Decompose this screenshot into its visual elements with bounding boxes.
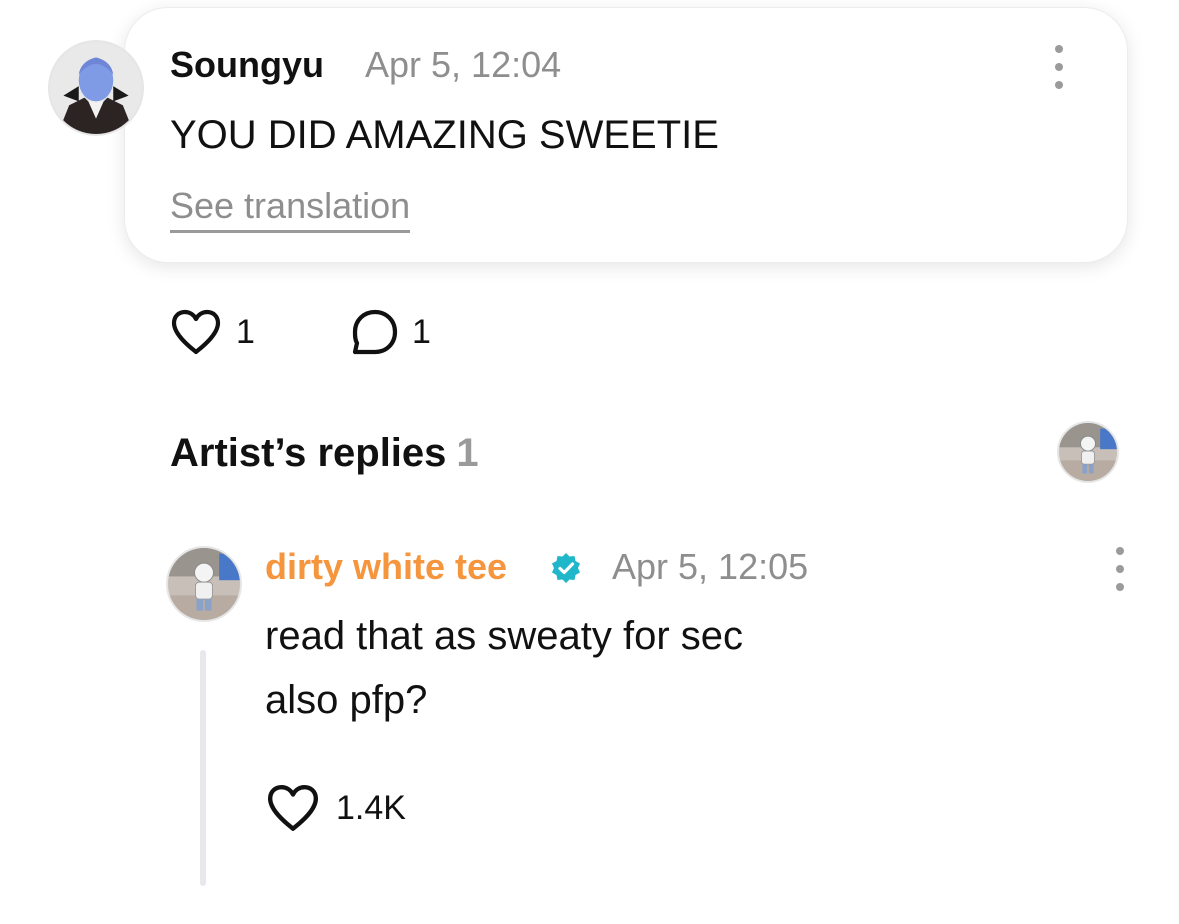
verified-badge-icon	[552, 553, 580, 583]
speech-bubble-icon	[352, 309, 398, 355]
artist-replies-heading: Artist’s replies 1	[170, 428, 479, 478]
commenter-username[interactable]: Soungyu	[170, 42, 324, 88]
artist-avatar-small[interactable]	[1057, 421, 1119, 483]
artist-replies-count: 1	[456, 431, 479, 475]
comment-reply-button[interactable]: 1	[350, 308, 431, 356]
comment-more-options-icon[interactable]	[1051, 45, 1067, 89]
comment-reply-count: 1	[412, 313, 431, 351]
comment-timestamp: Apr 5, 12:04	[365, 44, 562, 85]
reply-text-line: also pfp?	[265, 678, 428, 722]
heart-icon	[171, 309, 221, 355]
see-translation-link[interactable]: See translation	[170, 184, 411, 233]
reply-more-options-icon[interactable]	[1112, 547, 1128, 591]
comment-text: YOU DID AMAZING SWEETIE	[170, 113, 719, 157]
comment-like-count: 1	[236, 313, 255, 351]
heart-icon	[267, 785, 319, 831]
comment-thread: Soungyu Apr 5, 12:04 YOU DID AMAZING SWE…	[0, 0, 1179, 924]
commenter-avatar[interactable]	[48, 40, 144, 136]
thread-line	[200, 650, 206, 886]
comment-like-button[interactable]: 1	[170, 308, 255, 356]
reply-like-button[interactable]: 1.4K	[266, 783, 406, 833]
reply-like-count: 1.4K	[336, 789, 406, 827]
artist-replies-label: Artist’s replies	[170, 431, 447, 475]
artist-username[interactable]: dirty white tee	[265, 544, 507, 590]
reply-text-line: read that as sweaty for sec	[265, 614, 744, 658]
artist-avatar[interactable]	[166, 546, 242, 622]
reply-timestamp: Apr 5, 12:05	[612, 546, 809, 587]
